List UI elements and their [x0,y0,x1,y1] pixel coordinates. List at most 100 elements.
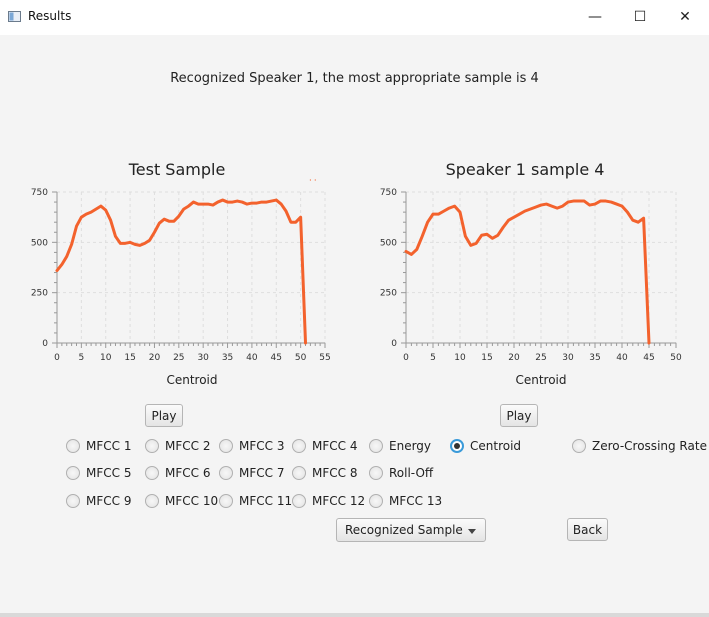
sample-select-value: Recognized Sample [345,523,463,537]
maximize-button[interactable]: ☐ [617,0,663,35]
radio-label: MFCC 12 [312,494,366,508]
data-point [168,220,170,222]
radio-centroid[interactable]: Centroid [450,437,521,455]
data-point [134,243,136,245]
data-point [562,205,564,207]
radio-circle[interactable] [572,439,586,453]
radio-mfcc-7[interactable]: MFCC 7 [219,464,284,482]
radio-circle[interactable] [369,439,383,453]
data-point [416,248,418,250]
data-point [114,235,117,237]
data-point [173,220,175,222]
y-tick-label: 250 [31,289,48,299]
radio-energy[interactable]: Energy [369,437,431,455]
data-point [270,200,272,202]
data-point [475,242,477,244]
data-point [551,205,553,207]
data-point [71,243,73,245]
data-point [491,237,493,239]
minimize-button[interactable]: — [572,0,618,35]
radio-circle[interactable] [66,439,80,453]
radio-mfcc-4[interactable]: MFCC 4 [292,437,357,455]
chart-title-speaker-sample: Speaker 1 sample 4 [445,160,605,179]
data-point [139,244,141,246]
radio-label: Energy [389,439,432,453]
data-point [119,242,121,244]
back-button[interactable]: Back [567,518,608,541]
x-tick-label: 45 [271,353,282,363]
radio-label: MFCC 13 [389,494,443,508]
data-point [85,213,87,215]
data-point [481,234,483,236]
radio-circle[interactable] [145,494,159,508]
radio-circle[interactable] [145,466,159,480]
radio-mfcc-8[interactable]: MFCC 8 [292,464,357,482]
radio-circle[interactable] [145,439,159,453]
data-point [275,199,277,201]
radio-mfcc-11[interactable]: MFCC 11 [219,492,292,510]
data-point [470,244,472,246]
data-point [246,203,248,205]
radio-mfcc-5[interactable]: MFCC 5 [66,464,131,482]
data-point [261,201,263,203]
x-tick-label: 15 [481,353,492,363]
radio-circle[interactable] [369,466,383,480]
radio-mfcc-13[interactable]: MFCC 13 [369,492,442,510]
x-tick-label: 35 [222,353,233,363]
radio-label: MFCC 6 [165,466,211,480]
radio-mfcc-12[interactable]: MFCC 12 [292,492,365,510]
radio-circle-selected[interactable] [450,439,464,453]
data-point [421,235,423,237]
x-tick-label: 10 [454,353,466,363]
radio-circle[interactable] [66,494,80,508]
x-tick-label: 5 [78,353,84,363]
radio-circle[interactable] [219,466,233,480]
radio-circle[interactable] [219,494,233,508]
x-tick-label: 0 [403,353,409,363]
x-tick-label: 15 [124,353,135,363]
play-speaker-sample-button[interactable]: Play [500,404,538,427]
play-test-sample-button[interactable]: Play [145,404,183,427]
radio-mfcc-6[interactable]: MFCC 6 [145,464,210,482]
radio-circle[interactable] [66,466,80,480]
data-point [110,219,112,221]
radio-zero-crossing-rate[interactable]: Zero-Crossing Rate [572,437,707,455]
sample-select-dropdown[interactable]: Recognized Sample [336,518,486,542]
data-point [187,205,190,207]
radio-mfcc-3[interactable]: MFCC 3 [219,437,284,455]
radio-mfcc-1[interactable]: MFCC 1 [66,437,131,455]
data-point [100,205,102,207]
data-point [80,216,82,218]
radio-mfcc-9[interactable]: MFCC 9 [66,492,131,510]
x-tick-label: 40 [616,353,628,363]
radio-label: MFCC 11 [239,494,293,508]
radio-label: MFCC 9 [86,494,132,508]
data-point [508,219,510,221]
radio-label: Roll-Off [389,466,434,480]
radio-circle[interactable] [292,466,306,480]
radio-label: Centroid [470,439,522,453]
data-point [66,255,68,258]
radio-circle[interactable] [292,439,306,453]
y-tick-label: 500 [31,238,48,248]
data-point [572,200,574,202]
data-point [144,242,146,244]
radio-mfcc-2[interactable]: MFCC 2 [145,437,210,455]
data-point [217,201,219,203]
radio-circle[interactable] [369,494,383,508]
y-tick-label: 750 [31,188,48,198]
data-point [75,225,78,227]
data-point [621,205,623,207]
data-point [513,216,515,218]
radio-circle[interactable] [219,439,233,453]
data-point [443,210,445,212]
radio-roll-off[interactable]: Roll-Off [369,464,433,482]
speaker-sample-chart: 0 5 10 15 20 25 30 35 40 45 500250500750 [380,188,682,363]
data-point [105,209,107,211]
radio-label: MFCC 7 [239,466,285,480]
radio-mfcc-10[interactable]: MFCC 10 [145,492,218,510]
radio-circle[interactable] [292,494,306,508]
close-button[interactable]: ✕ [662,0,708,35]
window-bottom-border [0,613,709,617]
data-point [545,203,547,205]
